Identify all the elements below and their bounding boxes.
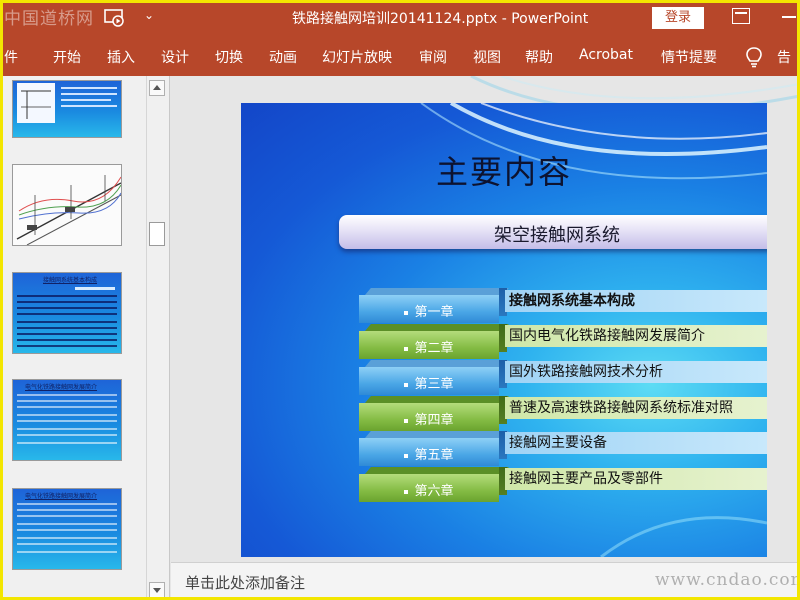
thumbnail-text-line — [17, 321, 117, 323]
slide-title[interactable]: 主要内容 — [241, 147, 767, 193]
thumbnail-scrollbar[interactable] — [146, 76, 166, 600]
thumbnail-text-line — [17, 307, 117, 309]
chapter-description-2[interactable]: 国内电气化铁路接触网发展简介 — [505, 325, 767, 347]
thumbnail-diagram — [17, 83, 117, 123]
thumbnail-text-line — [17, 339, 117, 341]
thumbnail-text-line — [17, 515, 117, 517]
slide-thumbnail-pane: 接触网系统基本构成 电气化铁路接触网发展简介 电气化铁路接触网发展简介 — [0, 76, 170, 600]
thumbnail-text-line — [17, 414, 117, 416]
thumbnail-text-line — [17, 551, 117, 553]
chapter-description-6[interactable]: 接触网主要产品及零部件 — [505, 468, 767, 490]
thumbnail-text-line — [17, 442, 117, 444]
chapter-label: 第三章 — [359, 373, 499, 392]
tab-storyboarding[interactable]: 情节提要 — [661, 47, 717, 67]
tab-design[interactable]: 设计 — [161, 47, 189, 67]
slide-thumbnail-3[interactable]: 接触网系统基本构成 — [12, 272, 122, 354]
thumbnail-subtitle-bar — [75, 287, 115, 290]
tab-help[interactable]: 帮助 — [525, 47, 553, 67]
document-title: 铁路接触网培训20141124.pptx - PowerPoint — [292, 11, 589, 27]
thumbnail-text-line — [17, 537, 117, 539]
chapter-label: 第六章 — [359, 480, 499, 499]
tab-view[interactable]: 视图 — [473, 47, 501, 67]
thumbnail-text-line — [17, 295, 117, 297]
slide-thumbnail-4[interactable]: 电气化铁路接触网发展简介 — [12, 379, 122, 461]
thumbnail-text-line — [17, 301, 117, 303]
tab-insert[interactable]: 插入 — [107, 47, 135, 67]
thumbnail-title: 电气化铁路接触网发展简介 — [25, 384, 98, 391]
title-bar: 中国道桥网 ⌄ 铁路接触网培训20141124.pptx - PowerPoin… — [0, 0, 800, 36]
watermark-url: www.cndao.com — [655, 570, 800, 590]
scroll-up-icon[interactable] — [149, 80, 165, 96]
thumbnail-text-line — [17, 327, 117, 329]
chapter-box-top — [365, 324, 509, 331]
chapter-description-3[interactable]: 国外铁路接触网技术分析 — [505, 361, 767, 383]
present-from-start-icon[interactable] — [104, 8, 126, 28]
slide-thumbnail-5[interactable]: 电气化铁路接触网发展简介 — [12, 488, 122, 570]
chapter-box-top — [365, 288, 509, 295]
thumbnail-text-line — [17, 333, 117, 335]
ribbon-display-options-icon[interactable] — [732, 8, 750, 24]
section-title: 架空接触网系统 — [494, 225, 620, 246]
chapter-button-5[interactable]: 第五章 — [359, 431, 509, 466]
login-button[interactable]: 登录 — [652, 7, 704, 29]
thumbnail-text-line — [17, 428, 117, 430]
chapter-button-1[interactable]: 第一章 — [359, 288, 509, 323]
thumbnail-text-line — [17, 523, 117, 525]
thumbnail-text-line — [17, 400, 117, 402]
chapter-button-4[interactable]: 第四章 — [359, 396, 509, 431]
chapter-box-top — [365, 396, 509, 403]
chapter-label: 第四章 — [359, 409, 499, 428]
current-slide[interactable]: 主要内容 架空接触网系统 第一章 接触网系统基本构成 第二章 国内电气化铁路接触… — [241, 103, 767, 557]
chapter-button-3[interactable]: 第三章 — [359, 360, 509, 395]
minimize-icon[interactable] — [782, 16, 796, 18]
tab-file[interactable]: 件 — [4, 47, 18, 67]
thumbnail-text-line — [17, 529, 117, 531]
thumbnail-text-line — [17, 509, 117, 511]
tab-animations[interactable]: 动画 — [269, 47, 297, 67]
thumbnail-text-line — [17, 313, 117, 315]
thumbnail-text-line — [17, 543, 117, 545]
tell-me-search[interactable]: 告 — [777, 47, 791, 67]
notes-pane[interactable]: 单击此处添加备注 www.cndao.com — [171, 562, 800, 600]
thumbnail-text-line — [17, 394, 117, 396]
thumbnail-text-line — [17, 406, 117, 408]
slide-thumbnail-2[interactable] — [12, 164, 122, 246]
thumbnail-title: 电气化铁路接触网发展简介 — [25, 493, 98, 500]
thumbnail-text-line — [17, 434, 117, 436]
watermark-logo: 中国道桥网 — [4, 9, 94, 29]
lightbulb-icon[interactable] — [745, 46, 763, 68]
tab-transitions[interactable]: 切换 — [215, 47, 243, 67]
chapter-label: 第五章 — [359, 444, 499, 463]
chapter-button-2[interactable]: 第二章 — [359, 324, 509, 359]
notes-placeholder[interactable]: 单击此处添加备注 — [185, 572, 305, 593]
thumbnail-title: 接触网系统基本构成 — [43, 277, 98, 284]
chapter-description-4[interactable]: 普速及高速铁路接触网系统标准对照 — [505, 397, 767, 419]
tab-review[interactable]: 审阅 — [419, 47, 447, 67]
chapter-label: 第二章 — [359, 337, 499, 356]
slide-editing-area: 主要内容 架空接触网系统 第一章 接触网系统基本构成 第二章 国内电气化铁路接触… — [171, 76, 800, 562]
tab-slide-show[interactable]: 幻灯片放映 — [322, 47, 392, 67]
chapter-box-top — [365, 360, 509, 367]
slide-thumbnail-1[interactable] — [12, 80, 122, 138]
thumbnail-text-line — [17, 345, 117, 347]
ribbon-tabs: 件 开始 插入 设计 切换 动画 幻灯片放映 审阅 视图 帮助 Acrobat … — [0, 36, 800, 76]
tab-acrobat[interactable]: Acrobat — [579, 47, 633, 63]
chapter-box-top — [365, 467, 509, 474]
chapter-description-1[interactable]: 接触网系统基本构成 — [505, 290, 767, 312]
tab-home[interactable]: 开始 — [53, 47, 81, 67]
chapter-label: 第一章 — [359, 301, 499, 320]
thumbnail-text-line — [17, 420, 117, 422]
scrollbar-thumb[interactable] — [149, 222, 165, 246]
chapter-box-top — [365, 431, 509, 438]
thumbnail-text-line — [17, 503, 117, 505]
customize-quick-access-icon[interactable]: ⌄ — [144, 8, 154, 22]
thumbnail-diagram — [16, 175, 121, 245]
section-banner[interactable]: 架空接触网系统 — [339, 215, 767, 249]
chapter-button-6[interactable]: 第六章 — [359, 467, 509, 502]
chapter-description-5[interactable]: 接触网主要设备 — [505, 432, 767, 454]
scroll-down-icon[interactable] — [149, 582, 165, 598]
